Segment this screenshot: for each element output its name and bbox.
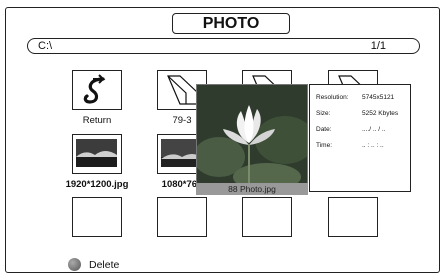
time-label: Time: [316, 142, 333, 149]
delete-dot-icon [68, 258, 81, 271]
empty-tile[interactable] [72, 197, 122, 237]
path-bar: C:\ 1/1 [27, 38, 420, 54]
tile-label: Return [82, 115, 112, 126]
size-label: Size: [316, 110, 331, 117]
empty-tile[interactable] [328, 197, 378, 237]
file-info-panel: Resolution: 5745x5121 Size: 5252 Kbytes … [309, 84, 411, 192]
resolution-label: Resolution: [316, 94, 349, 101]
page-indicator: 1/1 [370, 40, 386, 52]
empty-tile[interactable] [157, 197, 207, 237]
date-value: ..../ .. / .. [362, 126, 386, 133]
tile-label: 1920*1200.jpg [65, 179, 129, 190]
image-preview [196, 84, 308, 194]
return-icon [83, 74, 106, 104]
size-value: 5252 Kbytes [362, 110, 399, 117]
image-tile[interactable] [72, 134, 122, 174]
delete-label: Delete [89, 258, 120, 271]
empty-tile[interactable] [242, 197, 292, 237]
resolution-value: 5745x5121 [362, 94, 395, 101]
time-value: .. : .. : .. [362, 142, 384, 149]
flower-image [197, 85, 307, 193]
return-tile[interactable] [72, 70, 122, 110]
current-path: C:\ [38, 40, 53, 52]
delete-button[interactable]: Delete [68, 258, 119, 271]
image-thumbnail [76, 139, 117, 167]
page-title: PHOTO [172, 13, 290, 34]
preview-caption: 88 Photo.jpg [196, 183, 308, 195]
date-label: Date: [316, 126, 332, 133]
